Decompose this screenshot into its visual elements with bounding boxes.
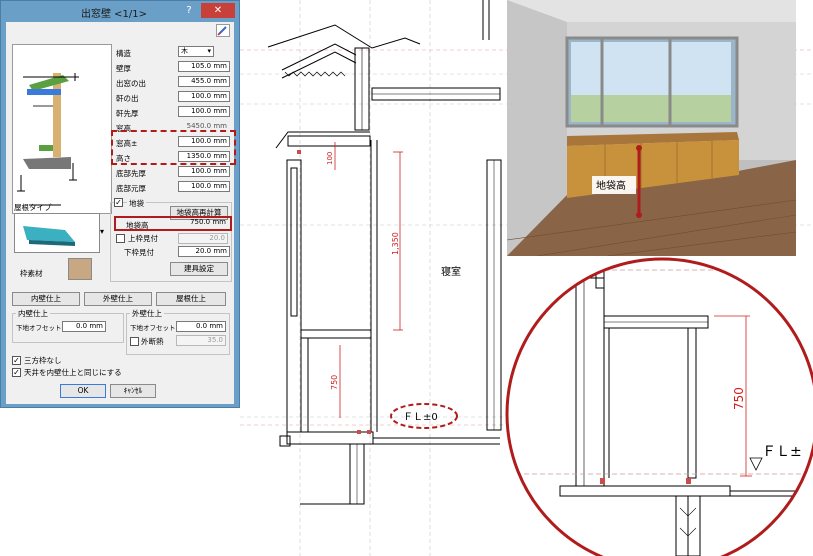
- render-jibukuro-label: 地袋高: [596, 179, 626, 192]
- jibukuro-height-field[interactable]: 750.0 mm: [168, 218, 228, 229]
- jibukuro-height-label: 地袋高: [126, 221, 149, 230]
- nokide-field[interactable]: 100.0 mm: [178, 91, 230, 102]
- edit-pencil-icon[interactable]: [216, 24, 230, 37]
- cancel-button[interactable]: ｷｬﾝｾﾙ: [110, 384, 156, 398]
- uwawaku-label: 上枠見付: [128, 234, 158, 243]
- nokisaki-label: 軒先厚: [116, 109, 139, 118]
- shitaji-field-2[interactable]: 0.0 mm: [176, 321, 226, 332]
- shitaji-label-2: 下地オフセット: [130, 324, 176, 332]
- hekiatsu-field[interactable]: 105.0 mm: [178, 61, 230, 72]
- waku-sozai-label: 枠素材: [20, 269, 43, 278]
- shitaji-field-1[interactable]: 0.0 mm: [62, 321, 106, 332]
- tenjo-checkbox[interactable]: ✓: [12, 368, 21, 377]
- dialog-title: 出窓壁 <1/1>: [81, 9, 148, 20]
- tategu-settings-button[interactable]: 建具設定: [170, 262, 228, 276]
- nokide-label: 軒の出: [116, 94, 139, 103]
- zoom-fl-label: ＦＬ±: [762, 444, 802, 460]
- room-label: 寝室: [441, 265, 461, 278]
- close-button[interactable]: ✕: [201, 3, 235, 18]
- shitawaku-label: 下枠見付: [124, 248, 154, 257]
- kozo-label: 構造: [116, 49, 131, 58]
- kozo-value: 木: [181, 47, 188, 55]
- dim-100-label: 100: [326, 152, 334, 165]
- sanpo-checkbox[interactable]: ✓: [12, 356, 21, 365]
- yane-type-label: 屋根タイプ: [14, 203, 52, 212]
- uwawaku-checkbox[interactable]: [116, 234, 125, 243]
- gaiheki-group-label: 外壁仕上: [130, 308, 164, 319]
- teibumoto-label: 底部元厚: [116, 184, 146, 193]
- yane-type-picker[interactable]: [14, 213, 100, 253]
- yane-dropdown-icon[interactable]: ▾: [100, 227, 104, 236]
- zoom-dim-750-label: 750: [732, 387, 746, 410]
- yane-finish-button[interactable]: 屋根仕上: [156, 292, 226, 306]
- room-3d-render: 地袋高: [507, 0, 796, 256]
- teibusaki-field[interactable]: 100.0 mm: [178, 166, 230, 177]
- chevron-down-icon: ▾: [207, 47, 211, 55]
- fl-label: ＦＬ±0: [403, 412, 438, 423]
- ok-button[interactable]: OK: [60, 384, 106, 398]
- tenjo-label: 天井を内壁仕上と同じにする: [24, 368, 122, 377]
- demado-preview-diagram: [12, 44, 112, 214]
- teibusaki-label: 底部先厚: [116, 169, 146, 178]
- naiheki-button[interactable]: 内壁仕上: [12, 292, 80, 306]
- demado-wall-dialog: 出窓壁 <1/1> ? ✕ 構造 木 ▾ 壁厚 105.0 mm 出窓の出 45…: [0, 0, 240, 408]
- gaidannetsu-label: 外断熱: [141, 337, 164, 346]
- demado-label: 出窓の出: [116, 79, 146, 88]
- zoom-detail: 750 ＦＬ±: [505, 257, 813, 556]
- kozo-select[interactable]: 木 ▾: [178, 46, 214, 57]
- sanpo-label: 三方枠なし: [24, 356, 62, 365]
- uwawaku-field: 20.0: [178, 233, 228, 244]
- help-button[interactable]: ?: [181, 3, 197, 18]
- nokisaki-field[interactable]: 100.0 mm: [178, 106, 230, 117]
- demado-field[interactable]: 455.0 mm: [178, 76, 230, 87]
- title-bar[interactable]: 出窓壁 <1/1> ? ✕: [1, 1, 239, 21]
- gaidannetsu-checkbox[interactable]: [130, 337, 139, 346]
- jibukuro-label: 地袋: [127, 198, 146, 209]
- gaiheki-group: [126, 313, 230, 355]
- hekiatsu-label: 壁厚: [116, 64, 131, 73]
- dialog-body: 構造 木 ▾ 壁厚 105.0 mm 出窓の出 455.0 mm 軒の出 100.…: [6, 22, 236, 404]
- jibukuro-checkbox[interactable]: ✓: [114, 198, 123, 207]
- shitaji-label-1: 下地オフセット: [16, 324, 62, 332]
- dim-750-label: 750: [330, 375, 339, 390]
- teibumoto-field[interactable]: 100.0 mm: [178, 181, 230, 192]
- shitawaku-field[interactable]: 20.0 mm: [178, 246, 230, 257]
- dim-1350-label: 1,350: [391, 232, 400, 255]
- waku-sozai-swatch[interactable]: [68, 258, 92, 280]
- naiheki-group-label: 内壁仕上: [16, 308, 50, 319]
- gaiheki-button[interactable]: 外壁仕上: [84, 292, 152, 306]
- gaidannetsu-field: 35.0: [176, 335, 226, 346]
- height-fields-highlight: [111, 130, 236, 165]
